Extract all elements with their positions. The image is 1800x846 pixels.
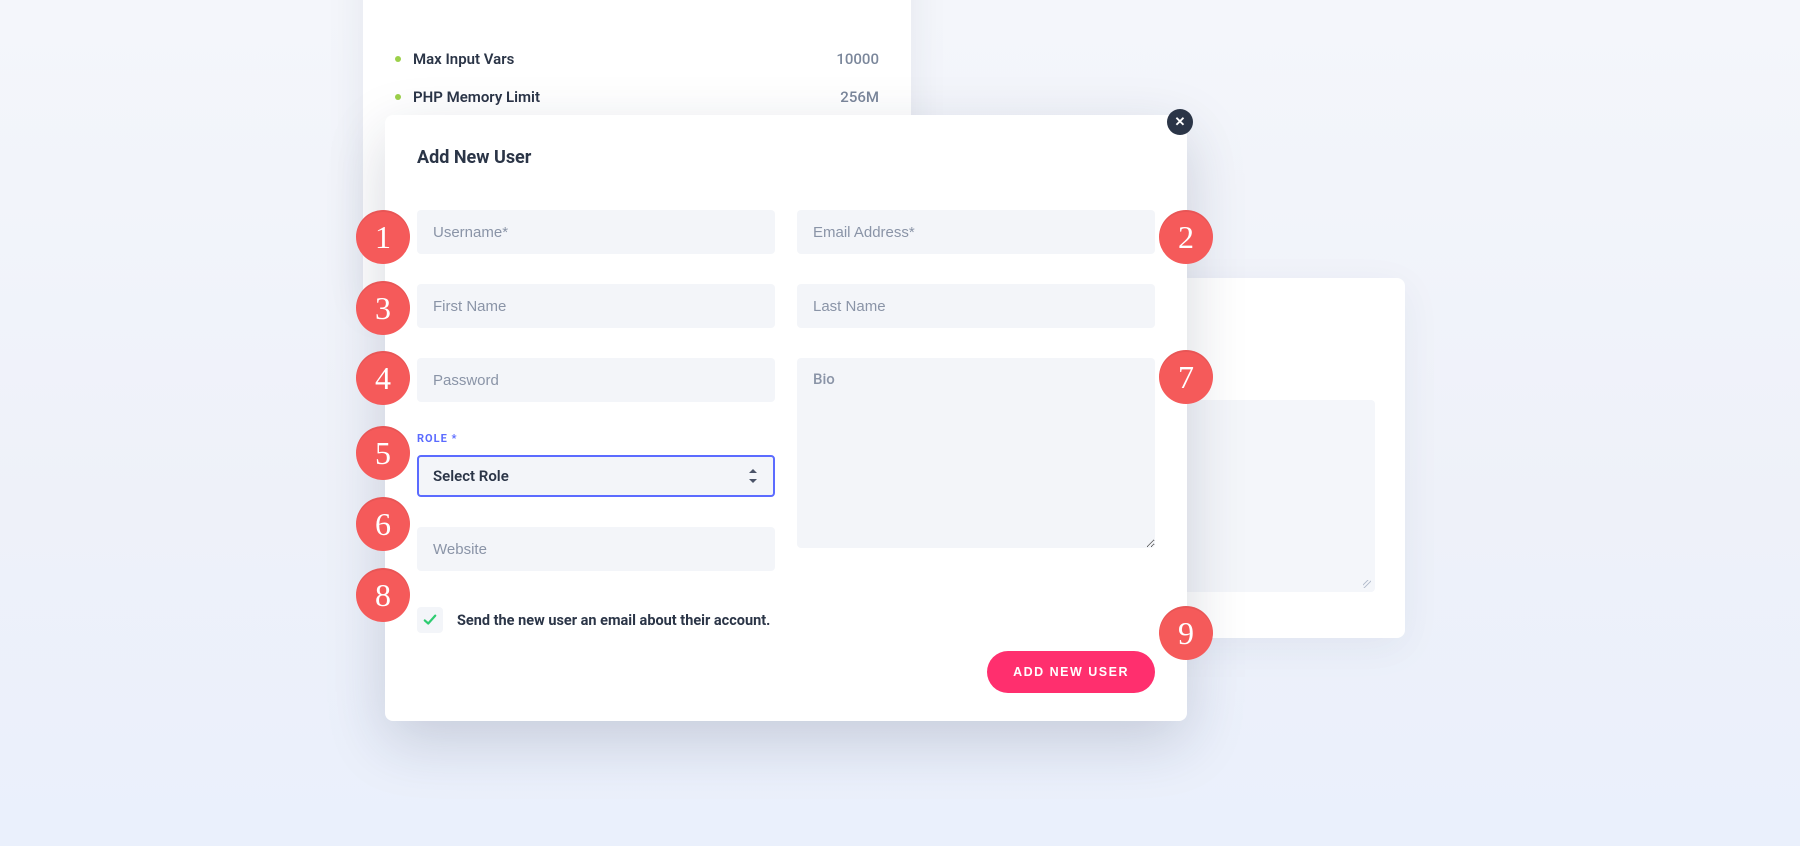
password-input[interactable] xyxy=(417,358,775,402)
send-email-checkbox[interactable] xyxy=(417,607,443,633)
add-new-user-button[interactable]: ADD NEW USER xyxy=(987,651,1155,693)
annotation-badge: 1 xyxy=(356,210,410,264)
role-label: ROLE * xyxy=(417,432,775,445)
status-dot-icon xyxy=(395,56,401,62)
annotation-badge: 7 xyxy=(1159,350,1213,404)
list-item: Max Input Vars 10000 xyxy=(395,40,879,78)
first-name-input[interactable] xyxy=(417,284,775,328)
annotation-badge: 3 xyxy=(356,281,410,335)
email-input[interactable] xyxy=(797,210,1155,254)
username-input[interactable] xyxy=(417,210,775,254)
sys-label: Max Input Vars xyxy=(413,50,514,68)
annotation-badge: 4 xyxy=(356,351,410,405)
list-item: PHP Memory Limit 256M xyxy=(395,78,879,116)
last-name-input[interactable] xyxy=(797,284,1155,328)
annotation-badge: 2 xyxy=(1159,210,1213,264)
role-selected-value: Select Role xyxy=(433,467,749,485)
sys-value: 256M xyxy=(840,88,879,106)
sys-value: 10000 xyxy=(836,50,879,68)
bio-textarea[interactable] xyxy=(797,358,1155,548)
website-input[interactable] xyxy=(417,527,775,571)
status-dot-icon xyxy=(395,94,401,100)
send-email-label: Send the new user an email about their a… xyxy=(457,612,770,629)
chevron-sort-icon xyxy=(749,469,759,483)
check-icon xyxy=(423,613,437,627)
annotation-badge: 6 xyxy=(356,497,410,551)
annotation-badge: 8 xyxy=(356,568,410,622)
add-user-modal: ✕ Add New User ROLE * Select Role S xyxy=(385,115,1187,721)
close-icon: ✕ xyxy=(1175,115,1186,130)
close-button[interactable]: ✕ xyxy=(1167,109,1193,135)
sys-label: PHP Memory Limit xyxy=(413,88,540,106)
modal-title: Add New User xyxy=(417,147,1155,168)
annotation-badge: 9 xyxy=(1159,606,1213,660)
role-select[interactable]: Select Role xyxy=(417,455,775,497)
annotation-badge: 5 xyxy=(356,426,410,480)
